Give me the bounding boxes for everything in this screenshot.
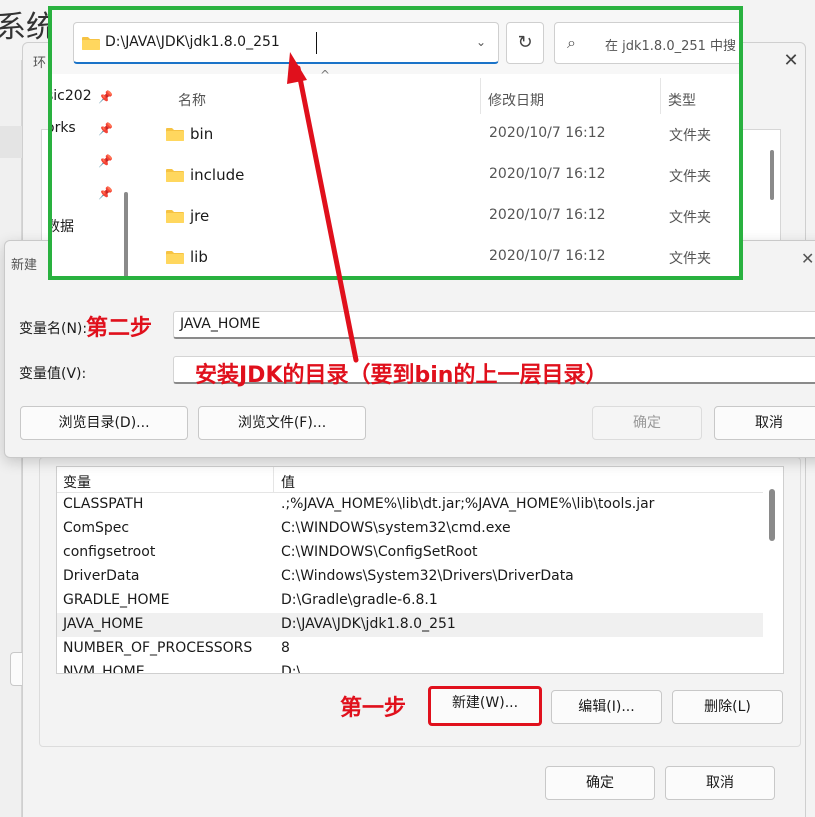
- edit-variable-button[interactable]: 编辑(I)...: [551, 690, 662, 724]
- explorer-toolbar: D:\JAVA\JDK\jdk1.8.0_251 ⌄ ↻ ⌕ 在 jdk1.8.…: [52, 10, 739, 74]
- pin-icon: 📌: [98, 122, 113, 136]
- file-row[interactable]: jre 2020/10/7 16:12 文件夹: [162, 197, 722, 237]
- variable-value: 8: [281, 640, 290, 656]
- file-name: include: [190, 166, 245, 184]
- variable-value: C:\WINDOWS\system32\cmd.exe: [281, 520, 511, 536]
- folder-icon: [166, 210, 184, 223]
- file-type: 文件夹: [669, 210, 711, 226]
- scrollbar[interactable]: [769, 489, 775, 541]
- file-explorer-window: D:\JAVA\JDK\jdk1.8.0_251 ⌄ ↻ ⌕ 在 jdk1.8.…: [48, 6, 743, 280]
- new-variable-button[interactable]: 新建(W)...: [428, 686, 542, 726]
- file-modified: 2020/10/7 16:12: [489, 166, 606, 182]
- variable-name: CLASSPATH: [63, 496, 144, 512]
- search-box[interactable]: ⌕ 在 jdk1.8.0_251 中搜: [554, 22, 739, 64]
- variable-name: NUMBER_OF_PROCESSORS: [63, 640, 253, 656]
- folder-icon: [82, 37, 100, 50]
- browse-directory-button[interactable]: 浏览目录(D)...: [20, 406, 188, 440]
- table-row[interactable]: GRADLE_HOME D:\Gradle\gradle-6.8.1: [57, 589, 763, 613]
- pin-icon: 📌: [98, 186, 113, 200]
- variable-value-label: 变量值(V):: [19, 366, 87, 382]
- file-type: 文件夹: [669, 251, 711, 267]
- dialog-ok-button[interactable]: 确定: [592, 406, 702, 440]
- delete-variable-button[interactable]: 删除(L): [672, 690, 783, 724]
- ok-button[interactable]: 确定: [545, 766, 655, 800]
- nav-item[interactable]: 数据: [52, 216, 74, 236]
- table-row[interactable]: configsetroot C:\WINDOWS\ConfigSetRoot: [57, 541, 763, 565]
- column-header-type[interactable]: 类型: [668, 90, 696, 110]
- column-header-modified[interactable]: 修改日期: [488, 90, 544, 110]
- cancel-button[interactable]: 取消: [665, 766, 775, 800]
- system-variables-table[interactable]: 变量 值 CLASSPATH .;%JAVA_HOME%\lib\dt.jar;…: [56, 466, 784, 674]
- jdk-directory-hint: 安装JDK的目录（要到bin的上一层目录）: [195, 363, 608, 388]
- column-header-value[interactable]: 值: [281, 472, 295, 492]
- variable-value: C:\WINDOWS\ConfigSetRoot: [281, 544, 478, 560]
- variable-value: C:\Windows\System32\Drivers\DriverData: [281, 568, 574, 584]
- column-header-name[interactable]: 名称: [178, 90, 206, 110]
- scrollbar[interactable]: [124, 192, 128, 276]
- table-row[interactable]: ComSpec C:\WINDOWS\system32\cmd.exe: [57, 517, 763, 541]
- folder-icon: [166, 169, 184, 182]
- variable-name: GRADLE_HOME: [63, 592, 170, 608]
- column-divider: [480, 78, 481, 114]
- close-icon[interactable]: ✕: [801, 249, 814, 268]
- column-header-variable[interactable]: 变量: [63, 472, 91, 492]
- table-row[interactable]: NUMBER_OF_PROCESSORS 8: [57, 637, 763, 661]
- close-icon[interactable]: ✕: [779, 49, 803, 73]
- file-type: 文件夹: [669, 169, 711, 185]
- dialog-cancel-button[interactable]: 取消: [714, 406, 815, 440]
- variable-value: D:\Gradle\gradle-6.8.1: [281, 592, 438, 608]
- variable-name: configsetroot: [63, 544, 156, 560]
- dialog-title: 新建: [11, 258, 38, 273]
- variable-value: D:\: [281, 664, 302, 674]
- file-modified: 2020/10/7 16:12: [489, 207, 606, 223]
- variable-name-input[interactable]: JAVA_HOME: [173, 311, 815, 339]
- address-path: D:\JAVA\JDK\jdk1.8.0_251: [105, 34, 280, 50]
- step1-annotation: 第一步: [340, 696, 407, 721]
- table-header: 变量 值: [57, 467, 763, 493]
- chevron-down-icon[interactable]: ⌄: [476, 35, 486, 49]
- file-row[interactable]: include 2020/10/7 16:12 文件夹: [162, 156, 722, 196]
- variable-name: ComSpec: [63, 520, 130, 536]
- table-row[interactable]: DriverData C:\Windows\System32\Drivers\D…: [57, 565, 763, 589]
- search-icon: ⌕: [567, 33, 576, 52]
- variable-name: JAVA_HOME: [63, 616, 144, 632]
- file-name: bin: [190, 125, 214, 143]
- variable-name: DriverData: [63, 568, 140, 584]
- nav-item[interactable]: orks: [52, 120, 76, 136]
- sort-up-icon: ^: [320, 68, 331, 82]
- nav-item[interactable]: sic202: [52, 88, 92, 104]
- table-row-selected[interactable]: JAVA_HOME D:\JAVA\JDK\jdk1.8.0_251: [57, 613, 763, 637]
- variable-value: .;%JAVA_HOME%\lib\dt.jar;%JAVA_HOME%\lib…: [281, 496, 655, 512]
- column-divider: [660, 78, 661, 114]
- file-row[interactable]: lib 2020/10/7 16:12 文件夹: [162, 238, 722, 276]
- search-input[interactable]: 在 jdk1.8.0_251 中搜: [605, 35, 736, 54]
- pin-icon: 📌: [98, 90, 113, 104]
- pin-icon: 📌: [98, 154, 113, 168]
- variable-name: NVM_HOME: [63, 664, 145, 674]
- file-type: 文件夹: [669, 128, 711, 144]
- scrollbar[interactable]: [770, 150, 774, 200]
- file-name: lib: [190, 248, 208, 266]
- background-row: [0, 126, 22, 158]
- env-window-title: 环: [33, 56, 47, 71]
- variable-name-label: 变量名(N):: [19, 321, 88, 337]
- variable-value: D:\JAVA\JDK\jdk1.8.0_251: [281, 616, 456, 632]
- address-bar[interactable]: D:\JAVA\JDK\jdk1.8.0_251 ⌄: [73, 22, 499, 64]
- browse-file-button[interactable]: 浏览文件(F)...: [198, 406, 366, 440]
- file-name: jre: [190, 207, 210, 225]
- text-cursor: [316, 32, 317, 54]
- navigation-pane: sic202 📌 orks 📌 📌 📌 数据: [52, 74, 132, 276]
- file-row[interactable]: bin 2020/10/7 16:12 文件夹: [162, 115, 722, 155]
- column-divider: [273, 467, 274, 493]
- folder-icon: [166, 251, 184, 264]
- refresh-icon[interactable]: ↻: [506, 22, 544, 64]
- table-row[interactable]: CLASSPATH .;%JAVA_HOME%\lib\dt.jar;%JAVA…: [57, 493, 763, 517]
- file-modified: 2020/10/7 16:12: [489, 248, 606, 264]
- file-modified: 2020/10/7 16:12: [489, 125, 606, 141]
- step2-annotation: 第二步: [86, 316, 153, 341]
- folder-icon: [166, 128, 184, 141]
- table-row[interactable]: NVM_HOME D:\: [57, 661, 763, 674]
